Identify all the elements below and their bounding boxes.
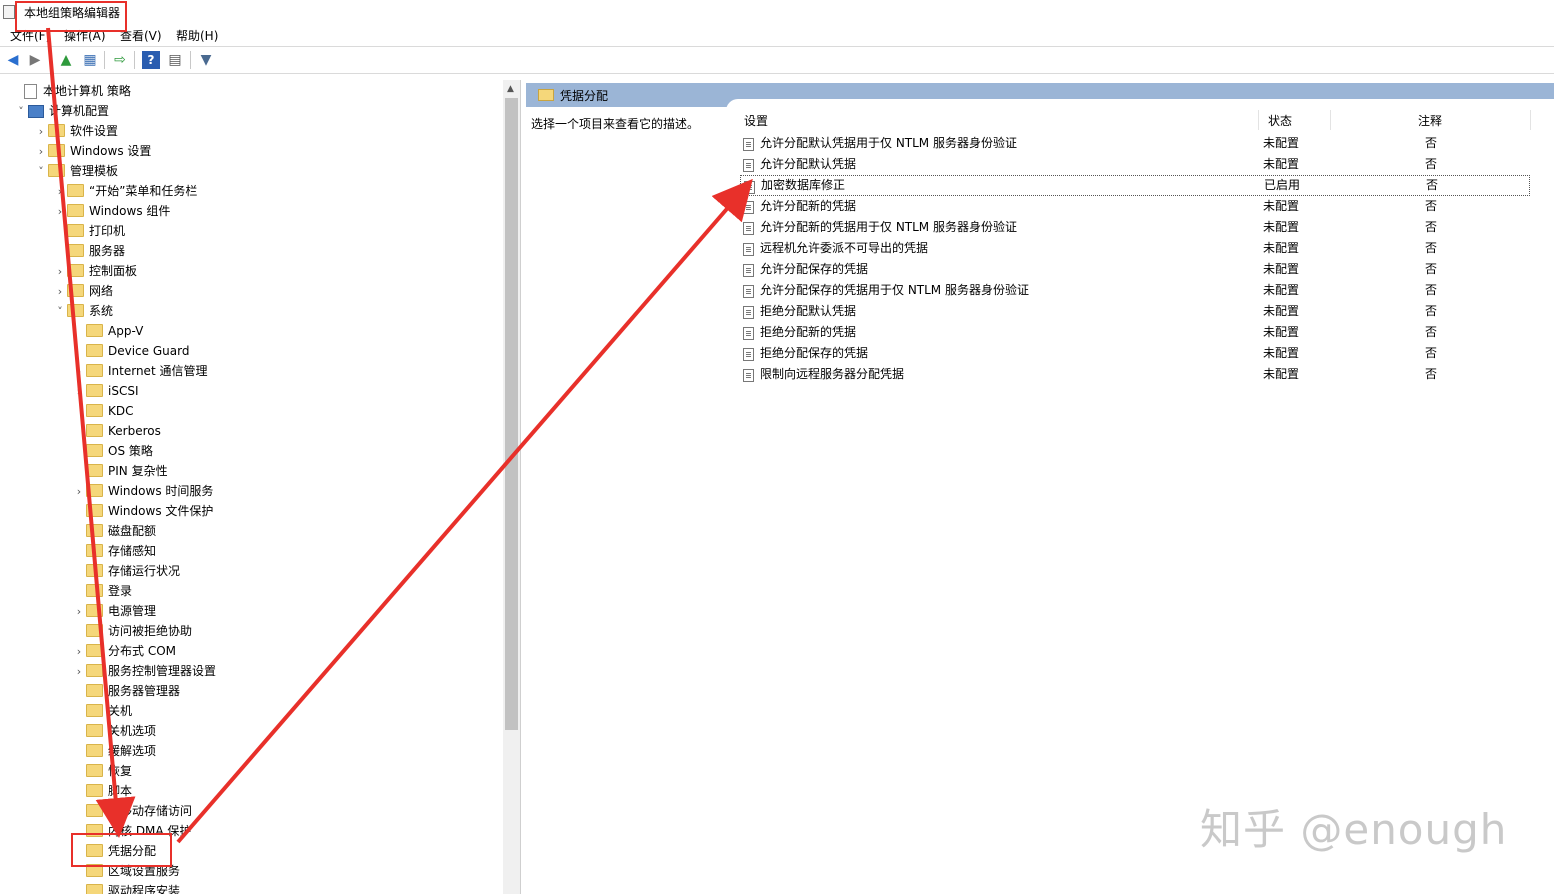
- arrow-to-setting: [176, 178, 753, 844]
- annotation-arrows: [46, 27, 753, 844]
- watermark: 知乎 @enough: [1200, 805, 1508, 854]
- arrow-to-tree-item: [46, 27, 136, 838]
